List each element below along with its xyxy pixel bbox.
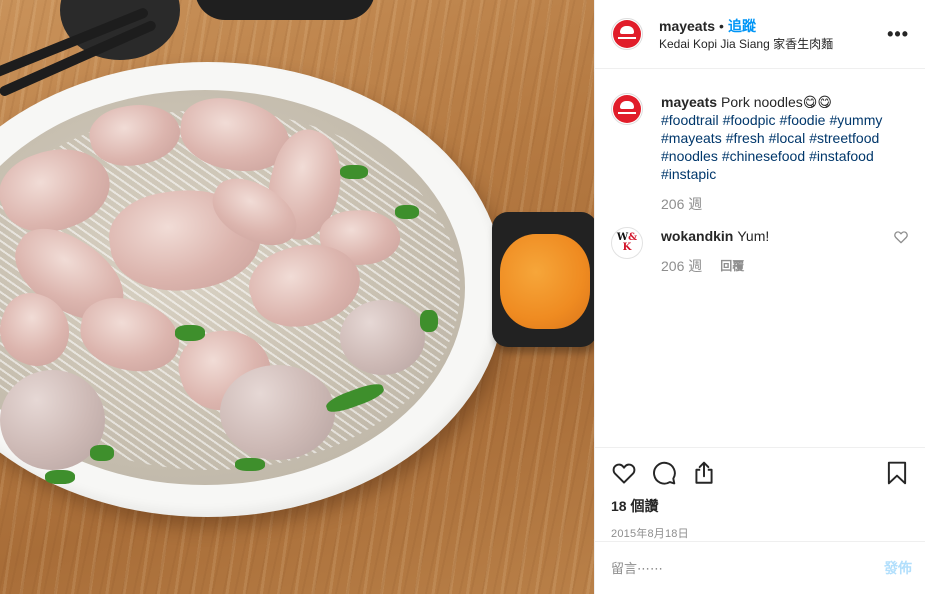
comment-like-heart-icon[interactable] <box>893 229 909 245</box>
comment-row: W& K wokandkin Yum! 206 週 回覆 <box>611 227 909 275</box>
mayeats-logo-icon <box>613 95 641 123</box>
avatar-letter: K <box>622 242 632 253</box>
caption-text: Pork noodles😋😋 <box>721 94 832 110</box>
comment-meta: 206 週 回覆 <box>661 257 887 275</box>
scallion <box>45 470 75 484</box>
post-comment-button[interactable]: 發佈 <box>884 558 912 578</box>
caption-username-link[interactable]: mayeats <box>661 94 717 110</box>
bookmark-icon[interactable] <box>884 460 910 486</box>
caption-age[interactable]: 206 週 <box>661 195 702 213</box>
comment-age[interactable]: 206 週 <box>661 257 702 275</box>
hashtag-link[interactable]: #foodtrail <box>661 112 719 128</box>
post-header: mayeats • 追蹤 Kedai Kopi Jia Siang 家香生肉麵 … <box>595 0 925 69</box>
hashtag-link[interactable]: #fresh <box>726 130 765 146</box>
caption-text-block: mayeats Pork noodles😋😋 #foodtrail #foodpic… <box>661 93 909 183</box>
wokandkin-logo-icon: W& K <box>617 233 637 253</box>
hashtag-link[interactable]: #instafood <box>809 148 874 164</box>
hashtag-link[interactable]: #mayeats <box>661 130 722 146</box>
chili-sauce-cup <box>492 212 594 347</box>
heart-icon[interactable] <box>611 460 637 486</box>
share-icon[interactable] <box>691 460 717 486</box>
hashtag-link[interactable]: #noodles <box>661 148 718 164</box>
avatar[interactable] <box>611 18 643 50</box>
more-options-icon[interactable]: ••• <box>887 24 909 45</box>
meatball <box>340 300 425 375</box>
hashtag-link[interactable]: #yummy <box>829 112 882 128</box>
post-photo[interactable] <box>0 0 594 594</box>
scallion <box>235 458 265 471</box>
hashtag-link[interactable]: #instapic <box>661 166 716 182</box>
actions-bar: 18 個讚 2015年8月18日 <box>595 447 925 541</box>
caption-row: mayeats Pork noodles😋😋 #foodtrail #foodpic… <box>611 93 909 213</box>
add-comment-bar: 發佈 <box>595 541 925 594</box>
hashtag-link[interactable]: #chinesefood <box>722 148 805 164</box>
header-username-link[interactable]: mayeats <box>659 17 715 35</box>
scallion <box>340 165 368 179</box>
mayeats-logo-icon <box>613 20 641 48</box>
reply-button[interactable]: 回覆 <box>720 257 744 275</box>
post-sidebar: mayeats • 追蹤 Kedai Kopi Jia Siang 家香生肉麵 … <box>594 0 925 594</box>
scallion <box>420 310 438 332</box>
meatball <box>220 365 335 460</box>
header-text: mayeats • 追蹤 Kedai Kopi Jia Siang 家香生肉麵 <box>659 17 887 52</box>
hashtag-link[interactable]: #foodpic <box>723 112 776 128</box>
hashtag-link[interactable]: #streetfood <box>809 130 879 146</box>
post-date[interactable]: 2015年8月18日 <box>611 525 910 541</box>
location-link[interactable]: Kedai Kopi Jia Siang 家香生肉麵 <box>659 36 887 52</box>
avatar[interactable] <box>611 93 643 125</box>
comment-username-link[interactable]: wokandkin <box>661 228 733 244</box>
scallion <box>90 445 114 461</box>
scallion <box>175 325 205 341</box>
scallion <box>395 205 419 219</box>
instagram-post: mayeats • 追蹤 Kedai Kopi Jia Siang 家香生肉麵 … <box>0 0 925 594</box>
likes-count[interactable]: 18 個讚 <box>611 496 910 516</box>
comments-section: mayeats Pork noodles😋😋 #foodtrail #foodpic… <box>595 69 925 447</box>
comment-input[interactable] <box>611 560 884 576</box>
hashtag-link[interactable]: #foodie <box>780 112 826 128</box>
comment-text: Yum! <box>737 228 770 244</box>
follow-button[interactable]: 追蹤 <box>728 17 756 35</box>
avatar[interactable]: W& K <box>611 227 643 259</box>
caption-meta: 206 週 <box>661 195 909 213</box>
background-cup <box>195 0 375 20</box>
comment-icon[interactable] <box>651 460 677 486</box>
separator-dot: • <box>719 17 724 34</box>
hashtag-link[interactable]: #local <box>769 130 806 146</box>
